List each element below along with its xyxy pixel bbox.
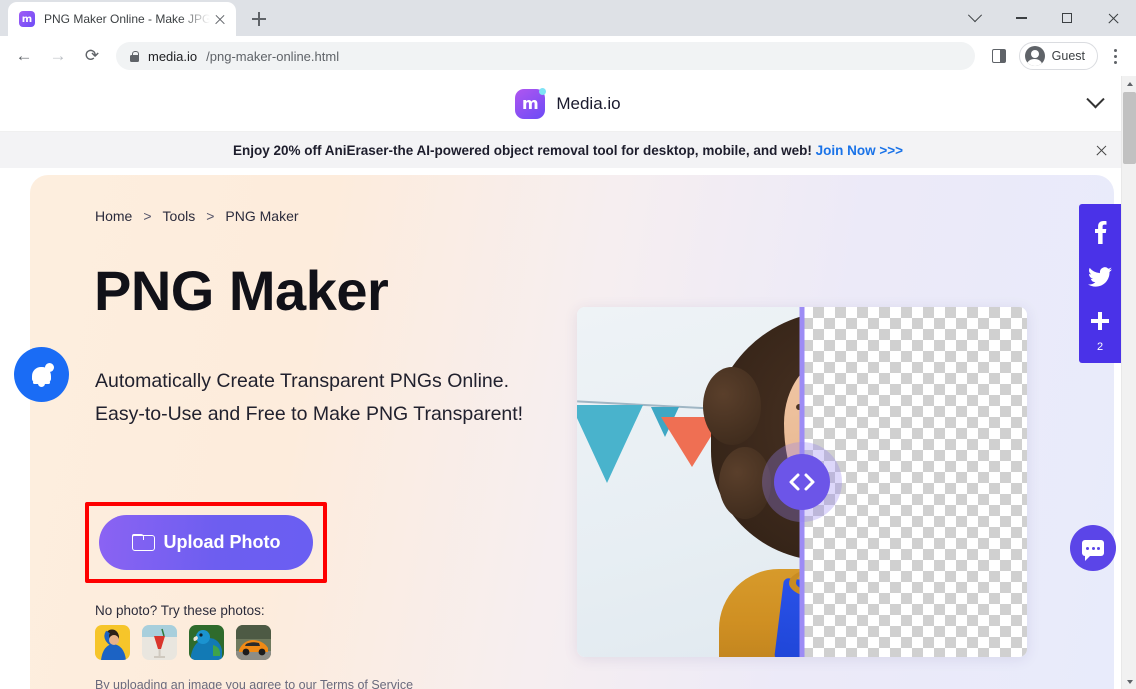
promo-arrows: >>> (879, 142, 904, 158)
page-title: PNG Maker (94, 259, 389, 322)
url-host: media.io (148, 48, 198, 64)
tab-title: PNG Maker Online - Make JPG (44, 12, 210, 26)
breadcrumb-item-tools[interactable]: Tools (163, 208, 196, 224)
address-bar[interactable]: media.io/png-maker-online.html (116, 42, 975, 70)
share-count: 2 (1096, 341, 1104, 353)
site-header: m Media.io (0, 76, 1136, 132)
promo-banner: Enjoy 20% off AniEraser-the AI-powered o… (0, 132, 1136, 168)
url-path: /png-maker-online.html (206, 48, 340, 64)
side-panel-button[interactable] (983, 40, 1015, 72)
before-after-preview[interactable] (577, 307, 1027, 657)
chat-support-button[interactable] (1070, 525, 1116, 571)
profile-label: Guest (1051, 49, 1085, 63)
folder-icon (131, 534, 155, 551)
breadcrumb-separator: > (143, 208, 152, 224)
promo-close-icon[interactable] (1095, 144, 1108, 157)
sample-photos-label: No photo? Try these photos: (95, 603, 265, 618)
facebook-icon[interactable] (1086, 218, 1114, 246)
hair-curl (719, 447, 771, 519)
upload-highlight-box: Upload Photo (85, 502, 327, 583)
left-right-chevrons-icon (789, 473, 815, 491)
terms-notice: By uploading an image you agree to our T… (95, 678, 413, 689)
scrollbar-thumb[interactable] (1123, 92, 1136, 164)
tab-close-icon[interactable] (212, 11, 228, 27)
page-scrollbar[interactable] (1121, 76, 1136, 689)
forward-button[interactable]: → (42, 40, 74, 72)
notification-bell-button[interactable] (14, 347, 69, 402)
promo-text: Enjoy 20% off AniEraser-the AI-powered o… (232, 142, 812, 158)
browser-titlebar: m PNG Maker Online - Make JPG (0, 0, 1136, 36)
chat-bubble-icon (1082, 540, 1104, 561)
comparison-slider-handle[interactable] (774, 454, 830, 510)
sample-thumbnail-person[interactable] (95, 625, 130, 660)
breadcrumb: Home > Tools > PNG Maker (95, 208, 299, 224)
close-window-button[interactable] (1090, 2, 1136, 34)
reload-button[interactable]: ⟳ (76, 40, 108, 72)
sample-thumbnail-car[interactable] (236, 625, 271, 660)
profile-chip[interactable]: Guest (1018, 42, 1098, 70)
breadcrumb-item-png-maker: PNG Maker (225, 208, 299, 224)
avatar (1024, 46, 1045, 66)
toolbar-right-actions: Guest (983, 40, 1128, 72)
upload-button-label: Upload Photo (163, 532, 281, 552)
twitter-icon[interactable] (1086, 263, 1114, 291)
plus-icon[interactable] (1086, 308, 1114, 336)
browser-tab[interactable]: m PNG Maker Online - Make JPG (8, 2, 236, 36)
bell-icon (31, 362, 54, 387)
hero-section: Home > Tools > PNG Maker PNG Maker Autom… (30, 175, 1114, 689)
scroll-up-arrow-icon[interactable] (1122, 76, 1136, 91)
maximize-button[interactable] (1044, 2, 1090, 34)
breadcrumb-separator: > (206, 208, 215, 224)
brand-name: Media.io (556, 93, 621, 113)
transparency-checkerboard (802, 307, 1027, 657)
hair-curl (703, 367, 761, 445)
lock-icon (130, 50, 140, 62)
upload-photo-button[interactable]: Upload Photo (99, 515, 313, 570)
scroll-down-arrow-icon[interactable] (1122, 674, 1136, 689)
new-tab-button[interactable] (245, 5, 273, 33)
page-viewport: m Media.io Enjoy 20% off AniEraser-the A… (0, 76, 1136, 689)
minimize-button[interactable] (998, 2, 1044, 34)
sample-photos-list (95, 625, 271, 660)
breadcrumb-item-home[interactable]: Home (95, 208, 132, 224)
brand[interactable]: m Media.io (515, 87, 621, 119)
tab-favicon-icon: m (19, 11, 35, 27)
terms-prefix: By uploading an image you agree to our (95, 678, 320, 689)
bunting-flag (577, 405, 643, 483)
sample-thumbnail-parrot[interactable] (189, 625, 224, 660)
browser-toolbar: ← → ⟳ media.io/png-maker-online.html Gue… (0, 36, 1136, 76)
browser-window: m PNG Maker Online - Make JPG ← → ⟳ medi… (0, 0, 1136, 689)
promo-join-now-link[interactable]: Join Now (816, 143, 876, 158)
kebab-menu-icon[interactable] (1102, 43, 1128, 69)
terms-of-service-link[interactable]: Terms of Service (320, 678, 413, 689)
back-button[interactable]: ← (8, 40, 40, 72)
sample-thumbnail-drink[interactable] (142, 625, 177, 660)
hero-subtitle: Automatically Create Transparent PNGs On… (95, 370, 524, 425)
header-chevron-down-icon[interactable] (1086, 90, 1105, 109)
media-io-logo-icon: m (515, 87, 547, 119)
side-panel-icon (991, 49, 1006, 63)
social-share-rail: 2 (1079, 204, 1121, 363)
window-controls (952, 0, 1136, 36)
tab-search-chevron-icon[interactable] (952, 2, 998, 34)
